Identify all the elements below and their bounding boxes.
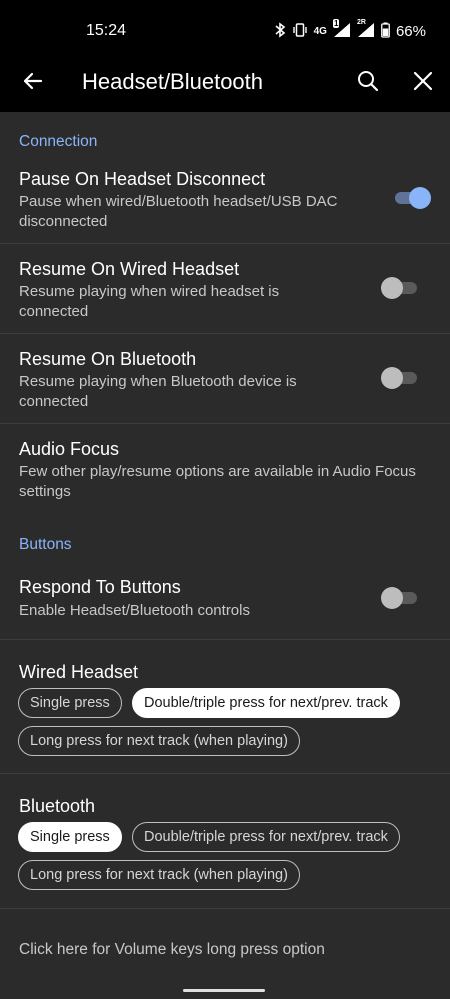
pref-summary: Pause when wired/Bluetooth headset/USB D… bbox=[19, 193, 338, 230]
pref-title: Pause On Headset Disconnect bbox=[19, 169, 266, 189]
divider bbox=[0, 423, 450, 424]
resume-bluetooth-switch[interactable] bbox=[381, 366, 421, 390]
signal-sim1-icon: 1 bbox=[332, 19, 351, 41]
status-bar: 15:24 4G 1 2R 66% bbox=[0, 0, 450, 60]
wired-chip-single-press[interactable]: Single press bbox=[18, 688, 122, 718]
pref-title: Resume On Wired Headset bbox=[19, 259, 240, 279]
section-header-connection: Connection bbox=[19, 133, 98, 150]
switch-thumb bbox=[381, 367, 403, 389]
divider bbox=[0, 908, 450, 909]
page-title: Headset/Bluetooth bbox=[82, 69, 264, 94]
bluetooth-chip-long-press[interactable]: Long press for next track (when playing) bbox=[18, 860, 300, 890]
bluetooth-chip-single-press[interactable]: Single press bbox=[18, 822, 122, 852]
sim1-label: 1 bbox=[332, 19, 340, 28]
search-icon[interactable] bbox=[355, 68, 381, 94]
battery-percent: 66% bbox=[395, 23, 426, 40]
pref-audio-focus[interactable]: Audio Focus Few other play/resume option… bbox=[0, 430, 450, 510]
wired-chip-double-triple-press[interactable]: Double/triple press for next/prev. track bbox=[132, 688, 400, 718]
divider bbox=[0, 243, 450, 244]
bluetooth-icon bbox=[274, 22, 286, 41]
pref-title: Resume On Bluetooth bbox=[19, 349, 197, 369]
divider bbox=[0, 773, 450, 774]
pref-summary: Enable Headset/Bluetooth controls bbox=[19, 602, 250, 619]
divider bbox=[0, 639, 450, 640]
pref-summary: Resume playing when wired headset is con… bbox=[19, 283, 280, 320]
pref-summary: Few other play/resume options are availa… bbox=[19, 463, 416, 500]
volume-keys-link[interactable]: Click here for Volume keys long press op… bbox=[19, 941, 325, 959]
bluetooth-title: Bluetooth bbox=[19, 796, 96, 816]
wired-headset-title: Wired Headset bbox=[19, 662, 139, 682]
arrow-back-icon[interactable] bbox=[20, 68, 46, 94]
bluetooth-chip-double-triple-press[interactable]: Double/triple press for next/prev. track bbox=[132, 822, 400, 852]
divider bbox=[0, 333, 450, 334]
respond-to-buttons-switch[interactable] bbox=[381, 586, 421, 610]
battery-icon bbox=[381, 22, 390, 41]
resume-wired-switch[interactable] bbox=[381, 276, 421, 300]
app-bar: Headset/Bluetooth bbox=[0, 60, 450, 112]
status-time: 15:24 bbox=[86, 22, 127, 39]
sim2-label: 2R bbox=[356, 19, 366, 26]
signal-sim2-icon: 2R bbox=[356, 19, 375, 41]
pref-resume-bluetooth[interactable]: Resume On Bluetooth Resume playing when … bbox=[0, 340, 450, 424]
pref-title: Audio Focus bbox=[19, 439, 120, 459]
network-type-label: 4G bbox=[313, 26, 327, 37]
pref-respond-to-buttons[interactable]: Respond To Buttons Enable Headset/Blueto… bbox=[0, 568, 450, 638]
pref-resume-wired[interactable]: Resume On Wired Headset Resume playing w… bbox=[0, 250, 450, 334]
switch-thumb bbox=[381, 587, 403, 609]
pause-on-disconnect-switch[interactable] bbox=[391, 186, 431, 210]
wired-chip-long-press[interactable]: Long press for next track (when playing) bbox=[18, 726, 300, 756]
pref-title: Respond To Buttons bbox=[19, 577, 181, 597]
close-icon[interactable] bbox=[410, 68, 436, 94]
vibrate-icon bbox=[292, 23, 308, 40]
gesture-nav-handle[interactable] bbox=[183, 989, 265, 992]
section-header-buttons: Buttons bbox=[19, 536, 72, 553]
pref-summary: Resume playing when Bluetooth device is … bbox=[19, 373, 297, 410]
pref-pause-on-disconnect[interactable]: Pause On Headset Disconnect Pause when w… bbox=[0, 160, 450, 244]
switch-thumb bbox=[409, 187, 431, 209]
switch-thumb bbox=[381, 277, 403, 299]
status-icons: 4G 1 2R 66% bbox=[274, 19, 426, 41]
